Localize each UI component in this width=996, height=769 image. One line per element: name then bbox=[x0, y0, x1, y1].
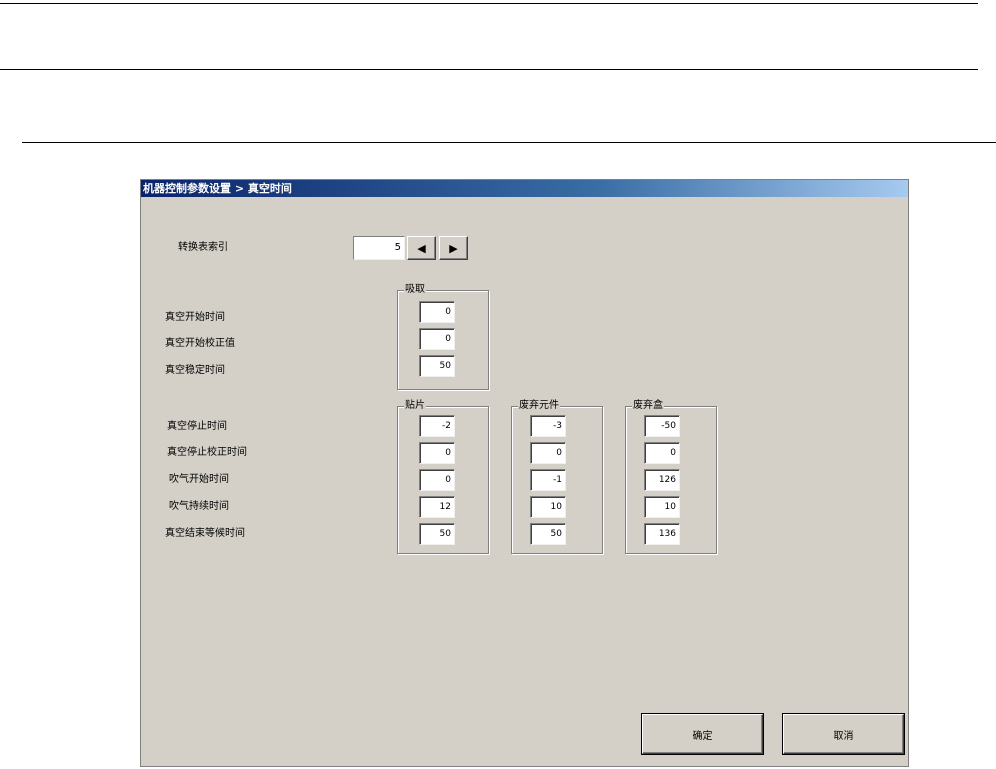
page-rule-1 bbox=[0, 3, 978, 4]
reject-box-vacuum-stop-correction-field[interactable]: 0 bbox=[644, 442, 680, 464]
page-rule-2 bbox=[0, 69, 978, 70]
reject-box-group-label: 废弃盒 bbox=[632, 400, 664, 412]
index-input[interactable]: 5 bbox=[353, 236, 405, 260]
reject-part-group: 废弃元件 -3 0 -1 10 50 bbox=[511, 400, 603, 554]
place-row-label: 真空停止校正时间 bbox=[167, 447, 247, 458]
place-vacuum-stop-correction-field[interactable]: 0 bbox=[419, 442, 455, 464]
place-blow-duration-field[interactable]: 12 bbox=[419, 496, 455, 518]
left-arrow-icon: ◀ bbox=[417, 241, 426, 255]
reject-box-blow-duration-field[interactable]: 10 bbox=[644, 496, 680, 518]
pickup-row-label: 真空开始校正值 bbox=[165, 338, 235, 349]
place-row-label: 吹气持续时间 bbox=[169, 501, 229, 512]
vacuum-start-correction-field[interactable]: 0 bbox=[419, 328, 455, 350]
reject-part-group-label: 废弃元件 bbox=[518, 400, 560, 412]
place-group: 贴片 -2 0 0 12 50 bbox=[397, 400, 489, 554]
reject-box-vacuum-end-wait-field[interactable]: 136 bbox=[644, 523, 680, 545]
reject-box-blow-start-field[interactable]: 126 bbox=[644, 469, 680, 491]
reject-part-vacuum-end-wait-field[interactable]: 50 bbox=[530, 523, 566, 545]
right-arrow-icon: ▶ bbox=[449, 241, 458, 255]
pickup-row-label: 真空开始时间 bbox=[165, 312, 225, 323]
reject-part-vacuum-stop-field[interactable]: -3 bbox=[530, 415, 566, 437]
reject-part-blow-duration-field[interactable]: 10 bbox=[530, 496, 566, 518]
vacuum-start-time-field[interactable]: 0 bbox=[419, 301, 455, 323]
index-next-button[interactable]: ▶ bbox=[439, 236, 468, 260]
reject-part-vacuum-stop-correction-field[interactable]: 0 bbox=[530, 442, 566, 464]
reject-box-group: 废弃盒 -50 0 126 10 136 bbox=[625, 400, 717, 554]
index-prev-button[interactable]: ◀ bbox=[407, 236, 436, 260]
reject-part-blow-start-field[interactable]: -1 bbox=[530, 469, 566, 491]
ok-button[interactable]: 确定 bbox=[642, 714, 763, 754]
dialog-title: 机器控制参数设置 > 真空时间 bbox=[141, 180, 908, 197]
index-label: 转换表索引 bbox=[178, 242, 228, 253]
pickup-group: 吸取 0 0 50 bbox=[397, 284, 489, 390]
place-vacuum-stop-field[interactable]: -2 bbox=[419, 415, 455, 437]
place-vacuum-end-wait-field[interactable]: 50 bbox=[419, 523, 455, 545]
reject-box-vacuum-stop-field[interactable]: -50 bbox=[644, 415, 680, 437]
place-group-label: 贴片 bbox=[404, 400, 426, 412]
place-row-label: 吹气开始时间 bbox=[169, 474, 229, 485]
place-row-label: 真空停止时间 bbox=[167, 421, 227, 432]
vacuum-stable-time-field[interactable]: 50 bbox=[419, 355, 455, 377]
pickup-group-label: 吸取 bbox=[404, 284, 426, 296]
vacuum-time-dialog: 机器控制参数设置 > 真空时间 转换表索引 5 ◀ ▶ 真空开始时间 真空开始校… bbox=[140, 179, 909, 767]
place-row-label: 真空结束等候时间 bbox=[165, 528, 245, 539]
pickup-row-label: 真空稳定时间 bbox=[165, 365, 225, 376]
place-blow-start-field[interactable]: 0 bbox=[419, 469, 455, 491]
cancel-button[interactable]: 取消 bbox=[783, 714, 904, 754]
page-rule-3 bbox=[22, 142, 996, 143]
